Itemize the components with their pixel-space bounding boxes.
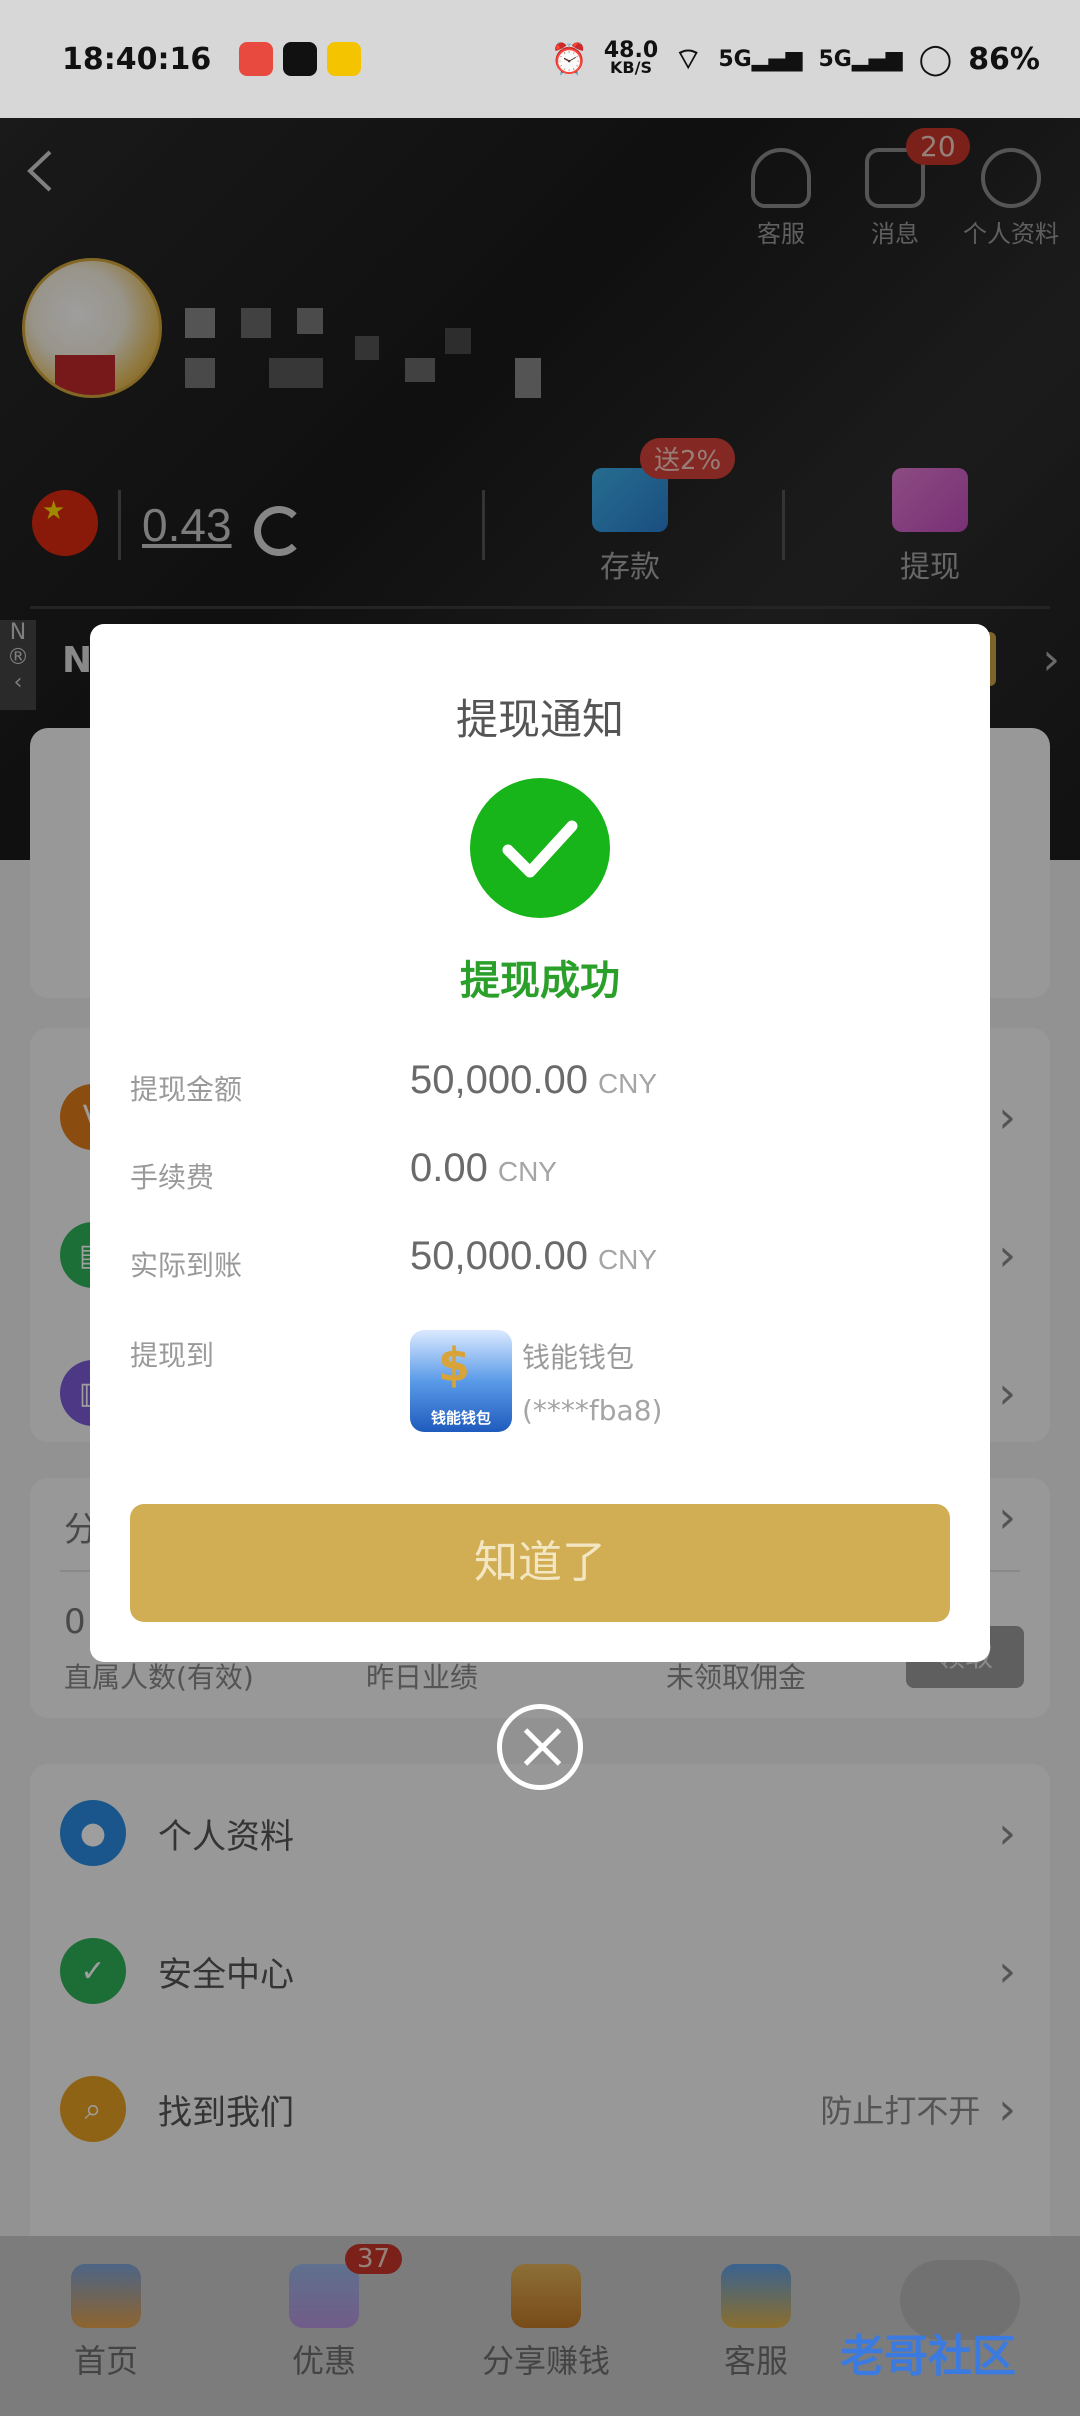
amount-value-group: 50,000.00 CNY [410, 1058, 657, 1103]
amount-row: 提现金额 50,000.00 CNY [130, 1058, 950, 1118]
amount-label: 提现金额 [130, 1073, 243, 1106]
destination-label: 提现到 [130, 1339, 215, 1372]
received-value: 50,000.00 [410, 1234, 588, 1278]
wallet-name: 钱能钱包 [522, 1341, 635, 1374]
withdraw-notice-modal: 提现通知 提现成功 提现金额 50,000.00 CNY 手续费 0.00 CNY … [90, 624, 990, 1662]
kuaishou-app-icon [327, 42, 362, 76]
modal-title: 提现通知 [455, 695, 624, 744]
fee-value-group: 0.00 CNY [410, 1146, 557, 1191]
wallet-logo-icon: $ 钱能钱包 [410, 1330, 512, 1432]
watermark-logo: 老哥社区 [840, 2331, 1016, 2382]
signal-5g-icon-2: 5G▂▄▆ [818, 46, 903, 72]
wallet-account: (****fba8) [522, 1394, 663, 1427]
wifi-icon: ⌔ [674, 42, 703, 77]
network-speed-unit: KB/S [610, 57, 652, 77]
battery-percent: 86% [968, 41, 1040, 77]
success-text: 提现成功 [460, 958, 620, 1004]
status-time: 18:40:16 [62, 41, 212, 77]
received-label: 实际到账 [130, 1249, 243, 1282]
wallet-logo-caption: 钱能钱包 [430, 1409, 491, 1427]
close-icon[interactable] [497, 1704, 583, 1790]
acknowledge-button[interactable]: 知道了 [130, 1504, 950, 1622]
alarm-icon: ⏰ [550, 41, 588, 77]
success-check-icon [470, 778, 610, 918]
fee-value: 0.00 [410, 1146, 488, 1190]
tiktok-app-icon [283, 42, 318, 76]
toutiao-app-icon [239, 42, 274, 76]
fee-unit: CNY [497, 1156, 557, 1187]
signal-5g-icon: 5G▂▄▆ [718, 46, 803, 72]
battery-icon: ◯ [918, 41, 953, 77]
received-row: 实际到账 50,000.00 CNY [130, 1234, 950, 1294]
received-value-group: 50,000.00 CNY [410, 1234, 657, 1279]
received-unit: CNY [597, 1244, 658, 1275]
notification-icons [239, 42, 362, 76]
fee-label: 手续费 [130, 1161, 215, 1194]
network-speed: 48.0 KB/S [604, 39, 658, 77]
status-bar: 18:40:16 ⏰ 48.0 KB/S ⌔ 5G▂▄▆ 5G▂▄▆ ◯ 86% [0, 0, 1080, 118]
amount-unit: CNY [597, 1068, 658, 1099]
amount-value: 50,000.00 [410, 1058, 588, 1102]
fee-row: 手续费 0.00 CNY [130, 1146, 950, 1206]
